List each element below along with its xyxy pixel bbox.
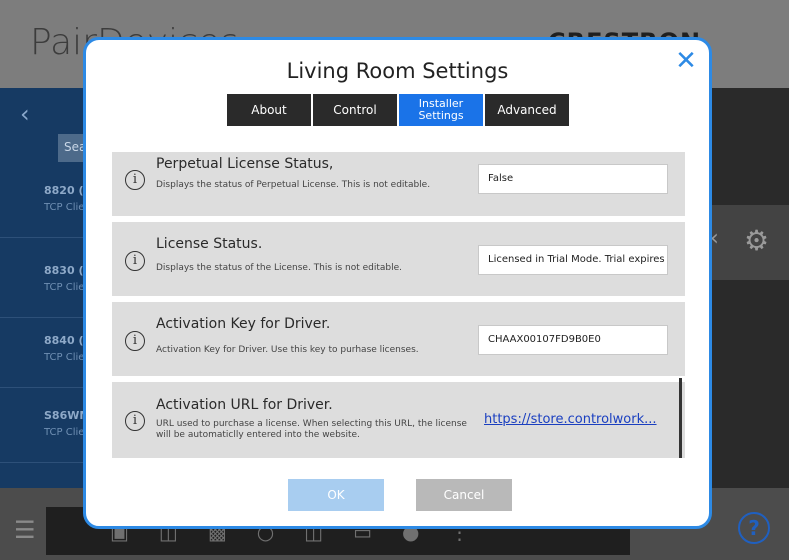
tab-about[interactable]: About [227,94,311,126]
setting-description: URL used to purchase a license. When sel… [156,419,467,440]
info-icon[interactable]: i [125,251,145,271]
setting-row: i Activation Key for Driver. Activation … [112,302,685,376]
setting-row: i Perpetual License Status, Displays the… [112,152,685,216]
back-icon[interactable]: ‹ [20,100,30,128]
info-icon[interactable]: i [125,331,145,351]
help-icon[interactable]: ? [738,512,770,544]
setting-title: License Status. [156,236,263,252]
tab-control[interactable]: Control [313,94,397,126]
setting-title: Activation URL for Driver. [156,397,333,413]
activation-url-link[interactable]: https://store.controlwork... [484,412,657,427]
tab-advanced[interactable]: Advanced [485,94,569,126]
device-type: TCP Clie [44,202,85,213]
activation-key-field: CHAAX00107FD9B0E0 [478,325,668,355]
setting-value-field: Licensed in Trial Mode. Trial expires on [478,245,668,275]
setting-title: Activation Key for Driver. [156,316,331,332]
setting-description: Activation Key for Driver. Use this key … [156,345,419,355]
setting-row: i License Status. Displays the status of… [112,222,685,296]
tab-bar: About Control Installer Settings Advance… [227,94,569,126]
dialog-title: Living Room Settings [286,59,509,83]
close-icon[interactable]: ✕ [673,48,699,74]
device-type: TCP Clie [44,352,85,363]
gear-icon[interactable]: ⚙ [744,224,769,257]
setting-description: Displays the status of the License. This… [156,263,402,273]
setting-description: Displays the status of Perpetual License… [156,180,431,190]
menu-icon[interactable]: ☰ [14,516,36,544]
info-icon[interactable]: i [125,411,145,431]
setting-value-field: False [478,164,668,194]
device-type: TCP Clie [44,282,85,293]
tab-installer-settings[interactable]: Installer Settings [399,94,483,126]
right-panel [700,88,789,488]
info-icon[interactable]: i [125,170,145,190]
cancel-button[interactable]: Cancel [416,479,512,511]
settings-dialog: Living Room Settings ✕ About Control Ins… [83,37,712,529]
device-type: TCP Clie [44,427,85,438]
scrollbar[interactable] [679,378,682,458]
setting-title: Perpetual License Status, [156,156,334,172]
settings-list: i Perpetual License Status, Displays the… [112,152,685,458]
ok-button[interactable]: OK [288,479,384,511]
setting-row: i Activation URL for Driver. URL used to… [112,382,685,458]
